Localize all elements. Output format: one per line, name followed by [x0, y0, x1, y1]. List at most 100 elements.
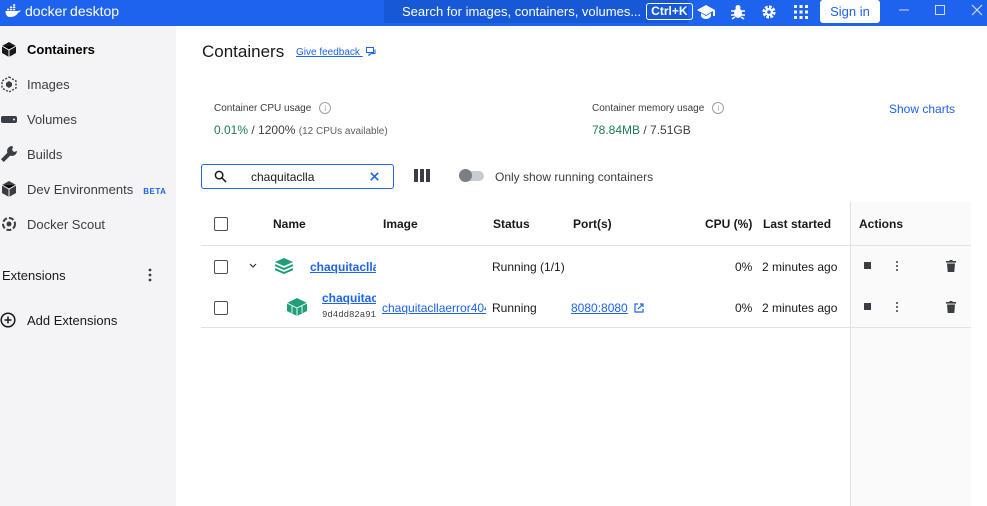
project-name-link[interactable]: chaquitaclla	[310, 260, 376, 274]
memory-usage-label: Container memory usage i	[592, 102, 725, 114]
stop-icon[interactable]	[863, 302, 872, 311]
minimize-icon[interactable]	[897, 3, 911, 17]
delete-trash-icon[interactable]	[946, 260, 956, 272]
main-content: Containers Give feedback Container CPU u…	[176, 26, 987, 506]
extensions-header: Extensions	[0, 262, 176, 288]
status-text: Running	[492, 301, 537, 315]
delete-trash-icon[interactable]	[946, 301, 956, 313]
external-link-icon	[634, 303, 644, 313]
sidebar-item-label: Containers	[27, 41, 95, 57]
add-extensions-label: Add Extensions	[27, 312, 118, 328]
show-charts-button[interactable]: Show charts	[889, 102, 955, 116]
container-search-input[interactable]: chaquitaclla	[201, 164, 394, 189]
extensions-label: Extensions	[2, 267, 66, 283]
running-only-label: Only show running containers	[495, 170, 654, 184]
docker-logo: docker desktop	[4, 3, 119, 19]
cpu-value: 0%	[735, 301, 753, 315]
learning-center-icon[interactable]	[697, 3, 715, 21]
sidebar-item-label: Dev Environments	[27, 181, 134, 197]
give-feedback-label: Give feedback	[296, 47, 360, 58]
settings-gear-icon[interactable]	[760, 3, 778, 21]
running-only-toggle[interactable]	[459, 169, 484, 182]
troubleshoot-bug-icon[interactable]	[729, 3, 747, 21]
info-icon[interactable]: i	[319, 102, 332, 114]
sidebar-item-dev-environments[interactable]: Dev Environments BETA	[0, 174, 176, 204]
info-icon[interactable]: i	[712, 102, 725, 114]
cpu-value: 0%	[735, 260, 753, 274]
cpu-available-note: (12 CPUs available)	[298, 126, 388, 137]
sidebar-item-label: Volumes	[27, 111, 77, 127]
column-header-last-started[interactable]: Last started	[763, 217, 831, 231]
cpu-usage-total: / 1200%	[251, 123, 296, 137]
brand-text-bold: desktop	[70, 3, 120, 19]
column-header-actions: Actions	[859, 217, 904, 231]
sidebar: Containers Images Volumes Builds Dev Env…	[0, 26, 176, 506]
feedback-chat-icon	[365, 47, 376, 57]
search-shortcut-badge: Ctrl+K	[646, 3, 693, 20]
column-header-ports[interactable]: Port(s)	[573, 217, 612, 231]
port-link[interactable]: 8080:8080	[571, 301, 628, 315]
column-header-name[interactable]: Name	[273, 217, 306, 231]
chevron-down-icon[interactable]	[249, 263, 257, 269]
table-row[interactable]: chaquitaclla Running (1/1) 0% 2 minutes …	[201, 246, 971, 287]
sidebar-item-label: Images	[27, 76, 70, 92]
toggle-knob	[459, 169, 472, 182]
container-name-link[interactable]: chaquitaclla	[322, 291, 376, 305]
dev-environments-icon	[1, 181, 17, 197]
sidebar-item-builds[interactable]: Builds	[0, 139, 176, 169]
beta-badge: BETA	[143, 186, 167, 196]
search-icon	[214, 170, 227, 183]
sidebar-item-volumes[interactable]: Volumes	[0, 104, 176, 134]
sidebar-item-label-wrap: Dev Environments BETA	[27, 182, 166, 197]
sidebar-item-label: Builds	[27, 146, 63, 162]
last-started-value: 2 minutes ago	[762, 301, 838, 315]
brand-text-light: docker	[25, 3, 68, 19]
sidebar-item-docker-scout[interactable]: Docker Scout	[0, 209, 176, 239]
images-icon	[1, 76, 17, 93]
port-link-wrap[interactable]: 8080:8080	[571, 301, 644, 315]
more-actions-icon[interactable]	[895, 301, 899, 313]
search-placeholder: Search for images, containers, volumes..…	[402, 4, 642, 19]
containers-icon	[1, 42, 17, 57]
close-window-icon[interactable]	[970, 3, 984, 17]
give-feedback-link[interactable]: Give feedback	[296, 47, 376, 58]
container-icon	[287, 298, 307, 316]
column-header-image[interactable]: Image	[383, 217, 418, 231]
sign-in-button[interactable]: Sign in	[820, 0, 880, 23]
status-text: Running (1/1)	[492, 260, 565, 274]
add-circle-icon	[0, 312, 16, 328]
row-checkbox[interactable]	[214, 301, 228, 315]
cpu-usage-value: 0.01% / 1200% (12 CPUs available)	[214, 123, 388, 137]
cpu-usage-number: 0.01%	[214, 123, 249, 137]
memory-usage-value: 78.84MB / 7.51GB	[592, 123, 691, 137]
more-actions-icon[interactable]	[895, 260, 899, 272]
table-bottom-border	[201, 327, 971, 328]
container-id[interactable]: 9d4dd82a91	[322, 310, 376, 320]
stop-icon[interactable]	[863, 261, 872, 270]
docker-scout-icon	[2, 217, 16, 231]
columns-icon[interactable]	[414, 169, 430, 182]
sidebar-item-label: Docker Scout	[27, 216, 106, 232]
row-checkbox[interactable]	[214, 260, 228, 274]
compose-stack-icon	[275, 258, 293, 274]
column-header-cpu[interactable]: CPU (%)	[705, 217, 752, 231]
extensions-menu-icon[interactable]	[146, 267, 154, 283]
maximize-icon[interactable]	[933, 3, 947, 17]
select-all-checkbox[interactable]	[214, 217, 228, 231]
table-header: Name Image Status Port(s) CPU (%) Last s…	[201, 202, 971, 246]
last-started-value: 2 minutes ago	[762, 260, 838, 274]
image-link[interactable]: chaquitacllaerror404	[382, 301, 486, 315]
page-title: Containers	[202, 42, 285, 61]
cpu-usage-label: Container CPU usage i	[214, 102, 332, 114]
table-row[interactable]: chaquitaclla 9d4dd82a91 chaquitacllaerro…	[201, 287, 971, 327]
clear-search-icon[interactable]	[368, 170, 381, 183]
apps-grid-icon[interactable]	[792, 3, 810, 21]
search-value: chaquitaclla	[251, 170, 315, 184]
sidebar-item-containers[interactable]: Containers	[0, 34, 176, 64]
sidebar-item-images[interactable]: Images	[0, 69, 176, 99]
global-search[interactable]: Search for images, containers, volumes..…	[384, 0, 693, 23]
title-bar: docker desktop Search for images, contai…	[0, 0, 987, 26]
volumes-icon	[1, 116, 17, 123]
column-header-status[interactable]: Status	[493, 217, 530, 231]
wrench-icon	[1, 146, 17, 162]
